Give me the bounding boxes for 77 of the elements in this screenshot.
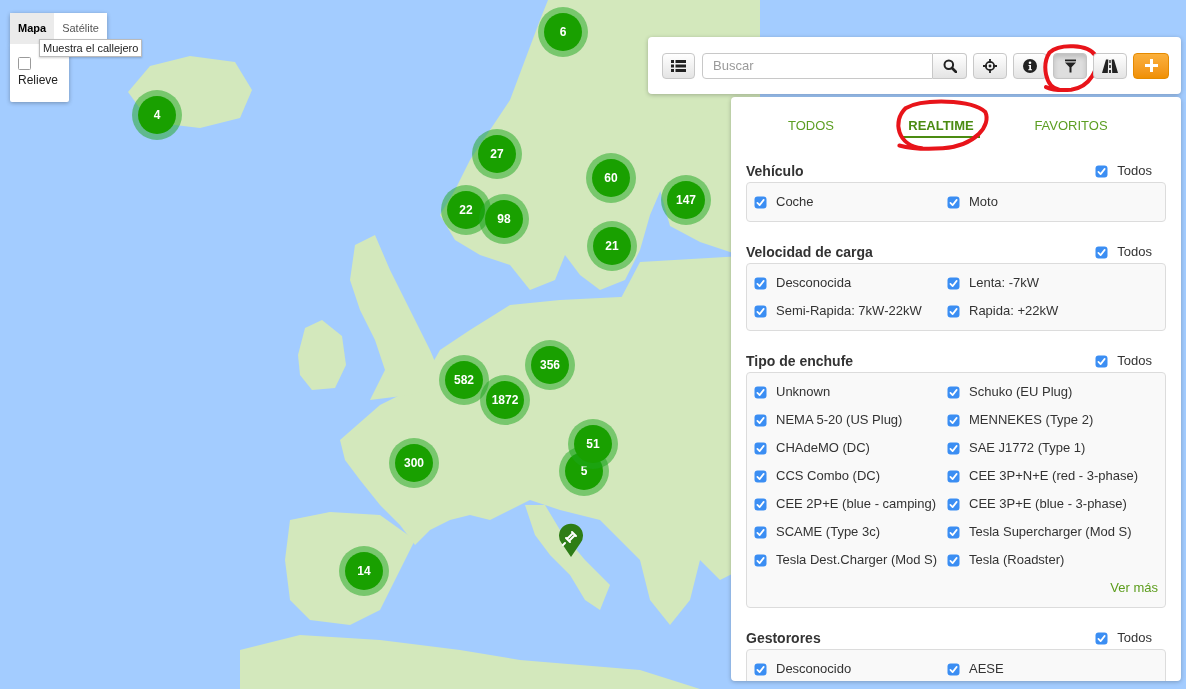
checkbox-label[interactable]: AESE	[969, 659, 1004, 679]
checkbox-label[interactable]: CEE 3P+E (blue - 3-phase)	[969, 494, 1127, 514]
filter-button[interactable]	[1053, 52, 1087, 79]
checkbox[interactable]	[754, 441, 767, 455]
select-all-checkbox[interactable]	[1095, 245, 1109, 259]
locate-button[interactable]	[973, 52, 1007, 79]
checkbox[interactable]	[754, 497, 767, 511]
checkbox-label[interactable]: Rapida: +22kW	[969, 301, 1059, 321]
section-title: Vehículo	[746, 161, 804, 181]
filter-icon	[1063, 58, 1077, 73]
checkbox[interactable]	[947, 553, 960, 567]
search-button[interactable]	[933, 52, 967, 79]
road-icon	[1102, 58, 1118, 73]
checkbox[interactable]	[947, 525, 960, 539]
info-icon	[1023, 58, 1037, 73]
tooltip: Muestra el callejero	[39, 39, 143, 57]
checkbox-label[interactable]: MENNEKES (Type 2)	[969, 410, 1094, 430]
checkbox[interactable]	[947, 304, 960, 318]
checkbox-label[interactable]: Moto	[969, 192, 998, 212]
road-button[interactable]	[1093, 52, 1127, 79]
section-title: Gestorores	[746, 628, 821, 648]
checkbox-label[interactable]: SCAME (Type 3c)	[776, 522, 881, 542]
list-icon	[671, 58, 686, 73]
list-view-button[interactable]	[662, 52, 695, 79]
checkbox-label[interactable]: CEE 3P+N+E (red - 3-phase)	[969, 466, 1139, 486]
checkbox-label[interactable]: Schuko (EU Plug)	[969, 382, 1073, 402]
checkbox[interactable]	[947, 276, 960, 290]
add-button[interactable]	[1133, 52, 1169, 79]
select-all-checkbox[interactable]	[1095, 631, 1109, 645]
checkbox-label[interactable]: Todos	[1117, 161, 1152, 181]
checkbox[interactable]	[754, 662, 767, 676]
checkbox[interactable]	[754, 385, 767, 399]
checkbox-label[interactable]: Semi-Rapida: 7kW-22kW	[776, 301, 922, 321]
checkbox-label[interactable]: Coche	[776, 192, 814, 212]
checkbox-label[interactable]: Tesla Supercharger (Mod S)	[969, 522, 1132, 542]
map-type-tab[interactable]: Mapa	[10, 13, 55, 44]
info-button[interactable]	[1013, 52, 1047, 79]
checkbox-label[interactable]: CEE 2P+E (blue - camping)	[776, 494, 937, 514]
map-pin-icon[interactable]	[558, 522, 584, 558]
checkbox[interactable]	[754, 195, 767, 209]
checkbox-label[interactable]: Tesla Dest.Charger (Mod S)	[776, 550, 938, 570]
checkbox[interactable]	[947, 413, 960, 427]
checkbox[interactable]	[754, 553, 767, 567]
checkbox-label[interactable]: CCS Combo (DC)	[776, 466, 880, 486]
checkbox-label[interactable]: CHAdeMO (DC)	[776, 438, 870, 458]
checkbox[interactable]	[947, 441, 960, 455]
crosshair-icon	[983, 58, 997, 73]
checkbox-label[interactable]: Lenta: -7kW	[969, 273, 1040, 293]
checkbox-label[interactable]: Todos	[1117, 242, 1152, 262]
checkbox[interactable]	[947, 385, 960, 399]
search-field[interactable]: Buscar	[702, 52, 933, 79]
checkbox-label[interactable]: Desconocido	[776, 659, 852, 679]
filter-tab[interactable]: REALTIME	[902, 108, 980, 138]
section-title: Velocidad de carga	[746, 242, 873, 262]
checkbox[interactable]	[947, 497, 960, 511]
checkbox[interactable]	[947, 662, 960, 676]
section-title: Tipo de enchufe	[746, 351, 854, 371]
search-icon	[942, 58, 957, 73]
terrain-checkbox[interactable]	[18, 57, 31, 70]
checkbox-label[interactable]: Todos	[1117, 628, 1152, 648]
checkbox-label[interactable]: Relieve	[18, 73, 69, 88]
checkbox-label[interactable]: Desconocida	[776, 273, 852, 293]
checkbox-label[interactable]: NEMA 5-20 (US Plug)	[776, 410, 903, 430]
checkbox-label[interactable]: Todos	[1117, 351, 1152, 371]
checkbox-label[interactable]: SAE J1772 (Type 1)	[969, 438, 1086, 458]
checkbox[interactable]	[754, 525, 767, 539]
select-all-checkbox[interactable]	[1095, 354, 1109, 368]
select-all-checkbox[interactable]	[1095, 164, 1109, 178]
checkbox[interactable]	[754, 304, 767, 318]
checkbox-label[interactable]: Unknown	[776, 382, 831, 402]
checkbox[interactable]	[947, 469, 960, 483]
checkbox[interactable]	[754, 276, 767, 290]
checkbox[interactable]	[947, 195, 960, 209]
checkbox-label[interactable]: Tesla (Roadster)	[969, 550, 1065, 570]
checkbox[interactable]	[754, 469, 767, 483]
plus-icon	[1144, 59, 1158, 72]
checkbox[interactable]	[754, 413, 767, 427]
